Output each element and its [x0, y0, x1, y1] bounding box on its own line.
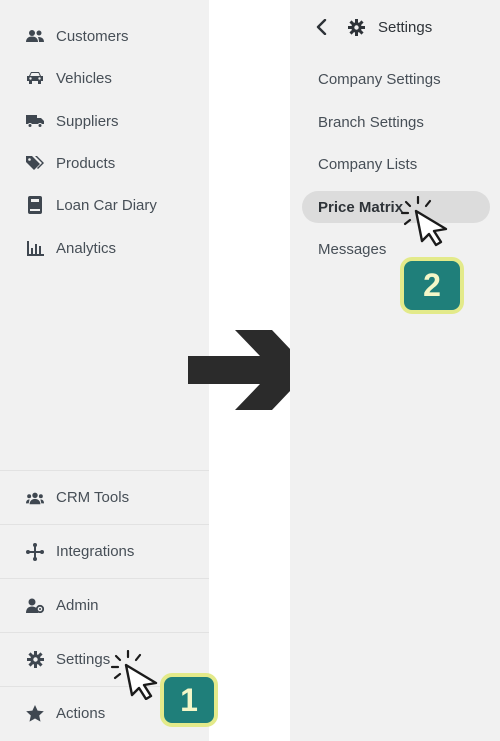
step-badge-2: 2	[400, 257, 464, 314]
sidebar-item-products[interactable]: Products	[0, 142, 209, 184]
sidebar-item-label: Settings	[56, 651, 111, 668]
sidebar-item-admin[interactable]: Admin	[0, 578, 209, 632]
main-sidebar: Customers Vehicles Suppliers Products Lo…	[0, 0, 209, 741]
sidebar-item-suppliers[interactable]: Suppliers	[0, 100, 209, 142]
sidebar-item-integrations[interactable]: Integrations	[0, 524, 209, 578]
sidebar-item-label: Suppliers	[56, 112, 119, 130]
menu-item-label: Messages	[318, 240, 387, 258]
sidebar-item-loan-car-diary[interactable]: Loan Car Diary	[0, 184, 209, 226]
menu-item-company-settings[interactable]: Company Settings	[302, 63, 490, 95]
tags-icon	[26, 154, 44, 172]
users-icon	[26, 27, 44, 45]
truck-icon	[26, 112, 44, 130]
sidebar-item-label: Vehicles	[56, 69, 112, 87]
users-group-icon	[26, 489, 44, 507]
menu-item-company-lists[interactable]: Company Lists	[302, 148, 490, 180]
settings-panel: Settings Company Settings Branch Setting…	[290, 0, 500, 741]
menu-item-label: Company Settings	[318, 70, 441, 88]
chart-icon	[26, 239, 44, 257]
star-icon	[26, 705, 44, 723]
cursor-pointer-icon	[400, 196, 448, 247]
sidebar-item-label: Actions	[56, 705, 106, 722]
menu-item-branch-settings[interactable]: Branch Settings	[302, 106, 490, 138]
menu-item-label: Branch Settings	[318, 113, 424, 131]
menu-item-label: Price Matrix	[318, 198, 404, 216]
sidebar-item-label: Loan Car Diary	[56, 196, 157, 214]
sidebar-item-analytics[interactable]: Analytics	[0, 227, 209, 269]
menu-item-label: Company Lists	[318, 155, 418, 173]
gear-icon	[26, 651, 44, 669]
sidebar-item-customers[interactable]: Customers	[0, 15, 209, 57]
back-chevron-icon[interactable]	[316, 18, 330, 37]
cursor-pointer-icon	[110, 650, 158, 700]
sidebar-item-label: Analytics	[56, 239, 117, 257]
sidebar-item-crm-tools[interactable]: CRM Tools	[0, 470, 209, 524]
settings-title: Settings	[378, 19, 433, 36]
admin-icon	[26, 597, 44, 615]
integrations-icon	[26, 542, 44, 561]
gear-icon	[348, 19, 365, 41]
sidebar-item-label: Customers	[56, 27, 129, 45]
diary-icon	[26, 196, 44, 214]
sidebar-item-label: Products	[56, 154, 116, 172]
sidebar-item-label: Admin	[56, 597, 99, 614]
sidebar-item-label: CRM Tools	[56, 489, 130, 506]
sidebar-item-label: Integrations	[56, 543, 135, 560]
settings-header: Settings	[290, 0, 500, 56]
sidebar-item-vehicles[interactable]: Vehicles	[0, 57, 209, 99]
step-badge-1: 1	[160, 673, 218, 727]
car-icon	[26, 69, 44, 87]
